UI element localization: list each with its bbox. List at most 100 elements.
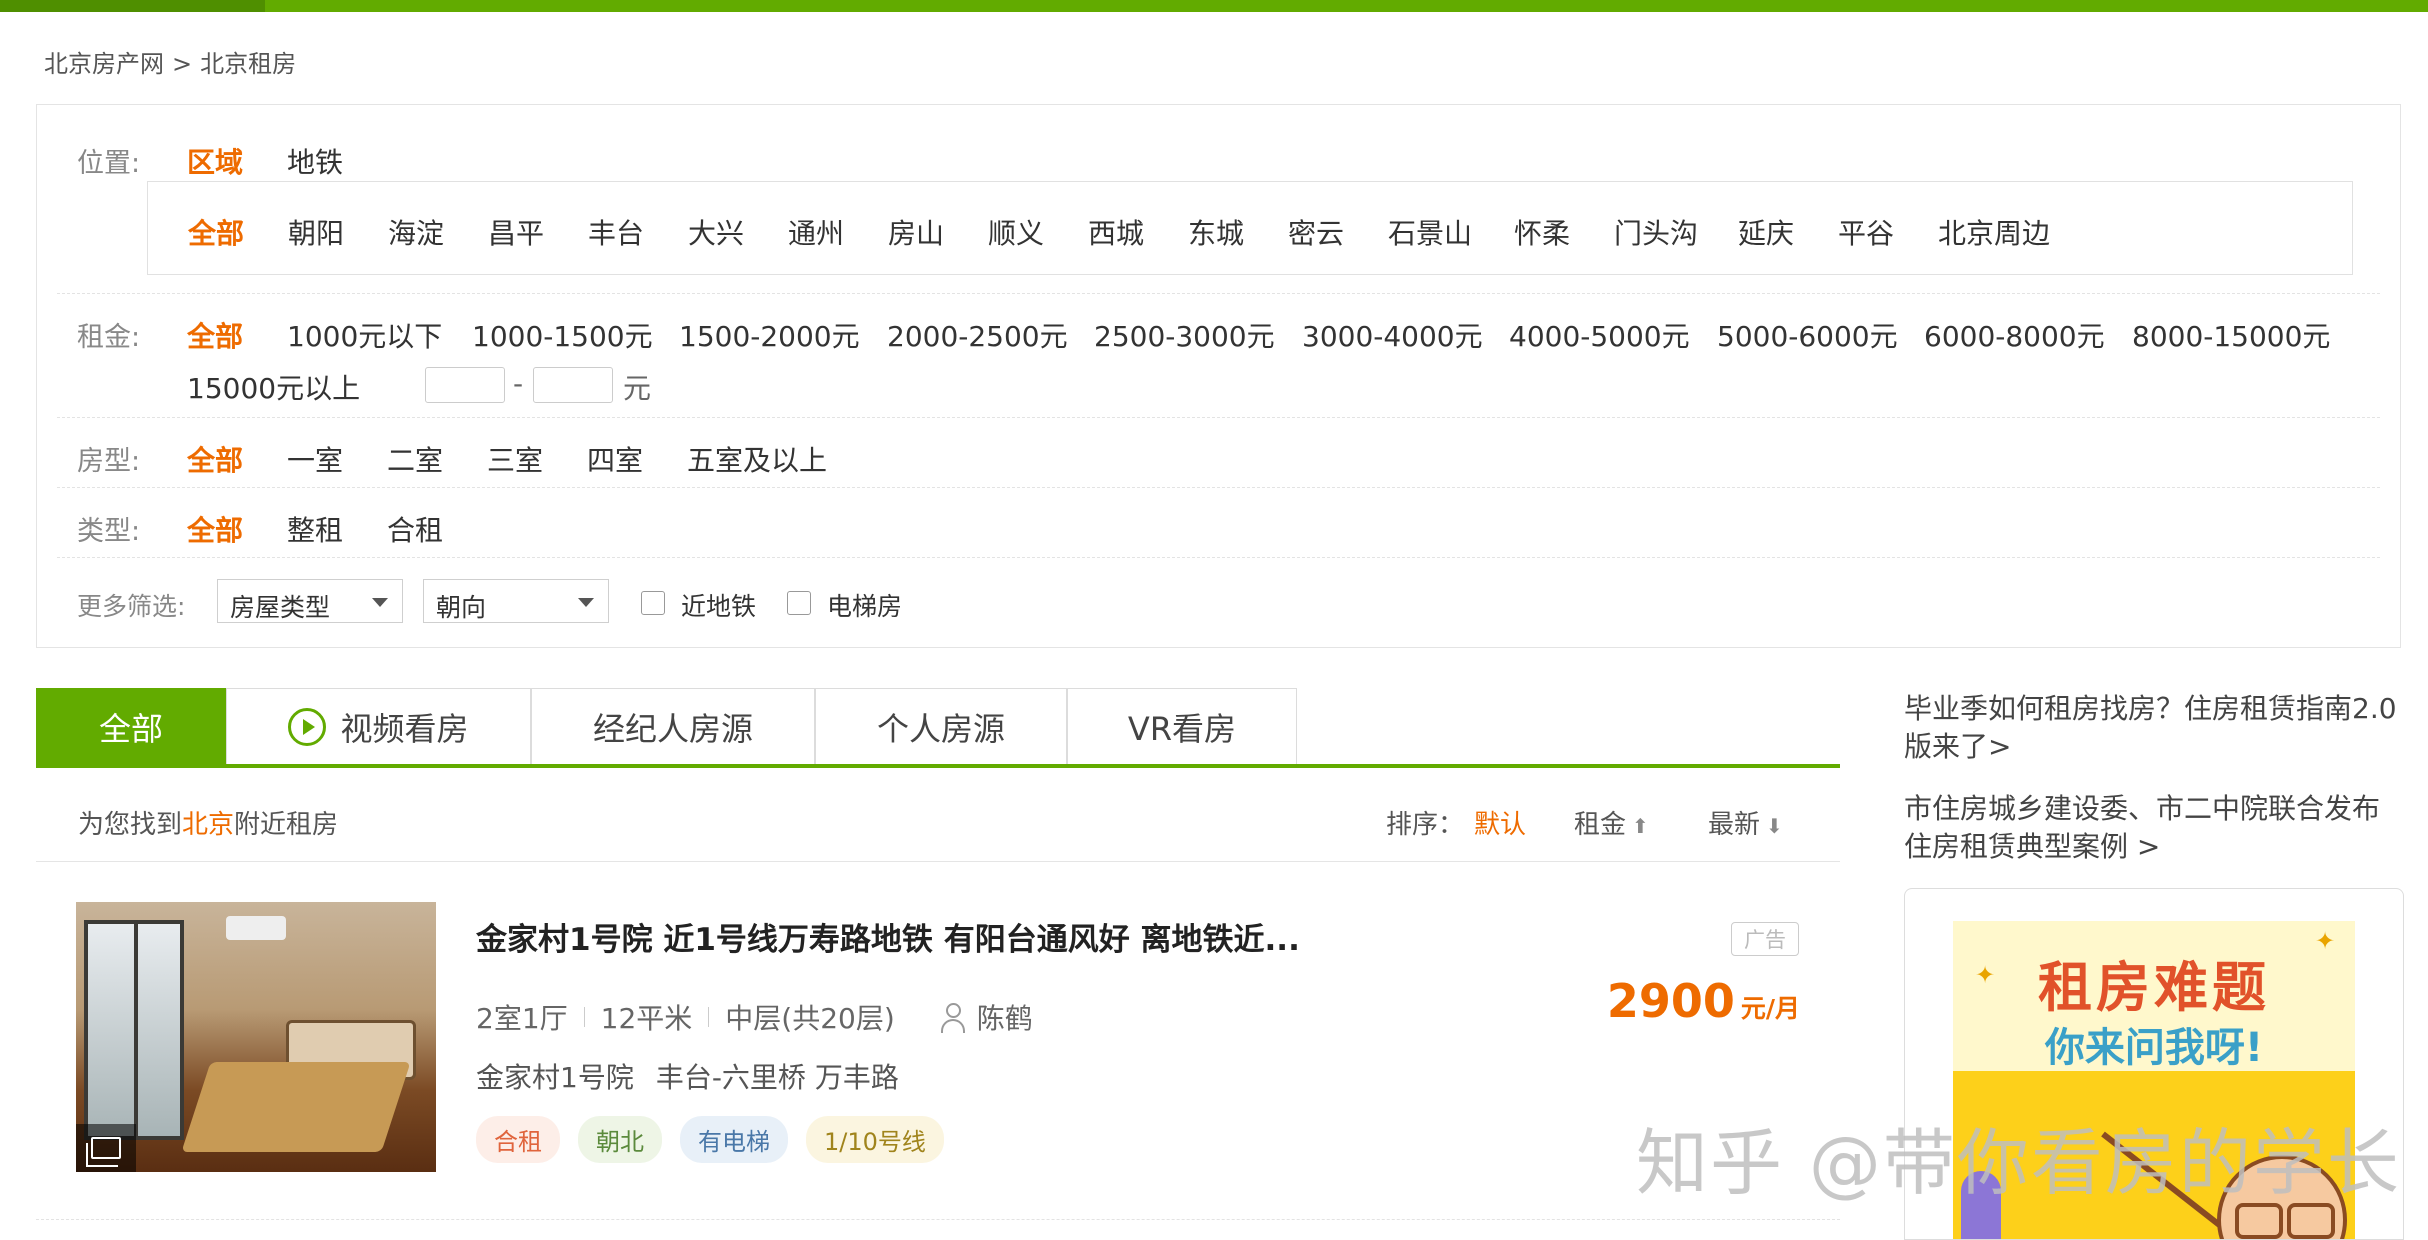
type-label: 类型: — [77, 516, 141, 547]
district-option[interactable]: 通州 — [788, 212, 844, 252]
tab-all[interactable]: 全部 — [36, 688, 226, 764]
layout-option[interactable]: 五室及以上 — [687, 439, 827, 479]
type-option[interactable]: 合租 — [387, 509, 443, 549]
house-type-select[interactable]: 房屋类型 — [217, 579, 403, 623]
tab-all-label: 全部 — [98, 709, 163, 748]
chevron-down-icon — [578, 598, 594, 607]
district-option[interactable]: 怀柔 — [1514, 212, 1570, 252]
rent-range-dash: - — [513, 367, 524, 400]
ad-subline: 你来问我呀! — [2044, 1025, 2264, 1071]
near-subway-label[interactable]: 近地铁 — [681, 587, 756, 623]
listing-photo[interactable] — [76, 902, 436, 1172]
listing-item[interactable]: 金家村1号院 近1号线万寿路地铁 有阳台通风好 离地铁近... 2室1厅 12平… — [36, 862, 1840, 1220]
sort-default[interactable]: 默认 — [1474, 804, 1526, 841]
tab-personal-listings[interactable]: 个人房源 — [815, 688, 1067, 764]
rent-range-unit: 元 — [623, 372, 652, 405]
layout-option[interactable]: 三室 — [487, 439, 543, 479]
rent-option[interactable]: 1500-2000元 — [679, 315, 860, 355]
listing-area: 12平米 — [600, 1002, 693, 1035]
sidebar-article-link[interactable]: 毕业季如何租房找房？住房租赁指南2.0版来了> — [1904, 690, 2404, 766]
rent-option[interactable]: 2500-3000元 — [1094, 315, 1275, 355]
rent-label: 租金: — [77, 322, 141, 353]
rent-option[interactable]: 3000-4000元 — [1302, 315, 1483, 355]
district-option[interactable]: 海淀 — [388, 212, 444, 252]
sidebar-article-link[interactable]: 市住房城乡建设委、市二中院联合发布住房租赁典型案例 > — [1904, 790, 2404, 866]
arrow-up-icon: ⬆ — [1632, 814, 1649, 838]
orientation-select[interactable]: 朝向 — [423, 579, 609, 623]
tab-vr[interactable]: VR看房 — [1067, 688, 1297, 764]
rent-option[interactable]: 5000-6000元 — [1717, 315, 1898, 355]
gallery-icon-box[interactable] — [76, 1124, 136, 1172]
listing-tabs: 全部 视频看房 经纪人房源 个人房源 VR看房 — [36, 688, 1840, 768]
sort-newest[interactable]: 最新 ⬇ — [1708, 804, 1783, 841]
result-suffix: 附近租房 — [234, 810, 339, 840]
district-option[interactable]: 门头沟 — [1614, 212, 1698, 252]
district-option[interactable]: 延庆 — [1738, 212, 1794, 252]
ad-badge: 广告 — [1731, 922, 1799, 956]
ad-headline: 租房难题 — [2038, 956, 2270, 1019]
rent-option[interactable]: 8000-15000元 — [2132, 315, 2330, 355]
district-option[interactable]: 房山 — [888, 212, 944, 252]
type-option[interactable]: 全部 — [187, 509, 243, 549]
layout-option[interactable]: 四室 — [587, 439, 643, 479]
layout-option[interactable]: 二室 — [387, 439, 443, 479]
breadcrumb-current[interactable]: 北京租房 — [200, 50, 296, 78]
district-option[interactable]: 昌平 — [488, 212, 544, 252]
person-icon — [940, 1003, 965, 1033]
price-value: 2900 — [1606, 974, 1735, 1028]
elevator-checkbox[interactable] — [787, 591, 811, 615]
district-option[interactable]: 丰台 — [588, 212, 644, 252]
house-type-select-value: 房屋类型 — [230, 593, 331, 622]
district-option[interactable]: 全部 — [188, 212, 244, 252]
tab-agent-label: 经纪人房源 — [592, 709, 753, 748]
listing-tag: 有电梯 — [680, 1116, 788, 1163]
more-label: 更多筛选: — [77, 592, 186, 621]
location-label: 位置: — [77, 148, 141, 179]
district-option[interactable]: 西城 — [1088, 212, 1144, 252]
rent-min-input[interactable] — [425, 367, 505, 403]
price-unit: 元/月 — [1740, 994, 1800, 1023]
district-option[interactable]: 石景山 — [1388, 212, 1472, 252]
result-city[interactable]: 北京 — [182, 810, 234, 840]
layout-label: 房型: — [77, 446, 141, 477]
rent-option[interactable]: 15000元以上 — [187, 367, 360, 407]
rent-option[interactable]: 全部 — [187, 315, 243, 355]
result-summary: 为您找到北京附近租房 — [78, 804, 338, 841]
elevator-label[interactable]: 电梯房 — [827, 587, 902, 623]
tab-agent-listings[interactable]: 经纪人房源 — [531, 688, 815, 764]
district-option[interactable]: 朝阳 — [288, 212, 344, 252]
layout-option[interactable]: 全部 — [187, 439, 243, 479]
district-option[interactable]: 顺义 — [988, 212, 1044, 252]
near-subway-checkbox[interactable] — [641, 591, 665, 615]
sort-rent[interactable]: 租金 ⬆ — [1574, 804, 1649, 841]
listing-title[interactable]: 金家村1号院 近1号线万寿路地铁 有阳台通风好 离地铁近... — [476, 914, 1300, 959]
tab-video-label: 视频看房 — [340, 709, 469, 748]
district-option[interactable]: 北京周边 — [1938, 212, 2050, 252]
layout-option[interactable]: 一室 — [287, 439, 343, 479]
tab-video[interactable]: 视频看房 — [226, 688, 531, 764]
sort-newest-label: 最新 — [1708, 810, 1761, 840]
listing-tags: 合租 朝北 有电梯 1/10号线 — [476, 1116, 962, 1163]
listing-location[interactable]: 丰台-六里桥 万丰路 — [656, 1061, 899, 1094]
district-option[interactable]: 平谷 — [1838, 212, 1894, 252]
rent-option[interactable]: 1000元以下 — [287, 315, 442, 355]
rent-option[interactable]: 4000-5000元 — [1509, 315, 1690, 355]
listing-community[interactable]: 金家村1号院 — [476, 1061, 634, 1094]
district-option[interactable]: 密云 — [1288, 212, 1344, 252]
listing-tag: 1/10号线 — [806, 1116, 944, 1163]
rent-option[interactable]: 1000-1500元 — [472, 315, 653, 355]
listing-tag: 合租 — [476, 1116, 560, 1163]
rent-max-input[interactable] — [533, 367, 613, 403]
rent-option[interactable]: 2000-2500元 — [887, 315, 1068, 355]
breadcrumb-home-link[interactable]: 北京房产网 — [44, 50, 164, 78]
listing-meta: 2室1厅 12平米 中层(共20层) 陈鹤 — [476, 997, 1033, 1037]
rent-option[interactable]: 6000-8000元 — [1924, 315, 2105, 355]
district-option[interactable]: 大兴 — [688, 212, 744, 252]
location-tab-subway[interactable]: 地铁 — [287, 141, 343, 181]
orientation-select-value: 朝向 — [436, 593, 487, 622]
type-option[interactable]: 整租 — [287, 509, 343, 549]
breadcrumb: 北京房产网 > 北京租房 — [44, 44, 304, 79]
listing-agent[interactable]: 陈鹤 — [977, 997, 1033, 1037]
district-option[interactable]: 东城 — [1188, 212, 1244, 252]
location-tab-area[interactable]: 区域 — [187, 141, 243, 181]
